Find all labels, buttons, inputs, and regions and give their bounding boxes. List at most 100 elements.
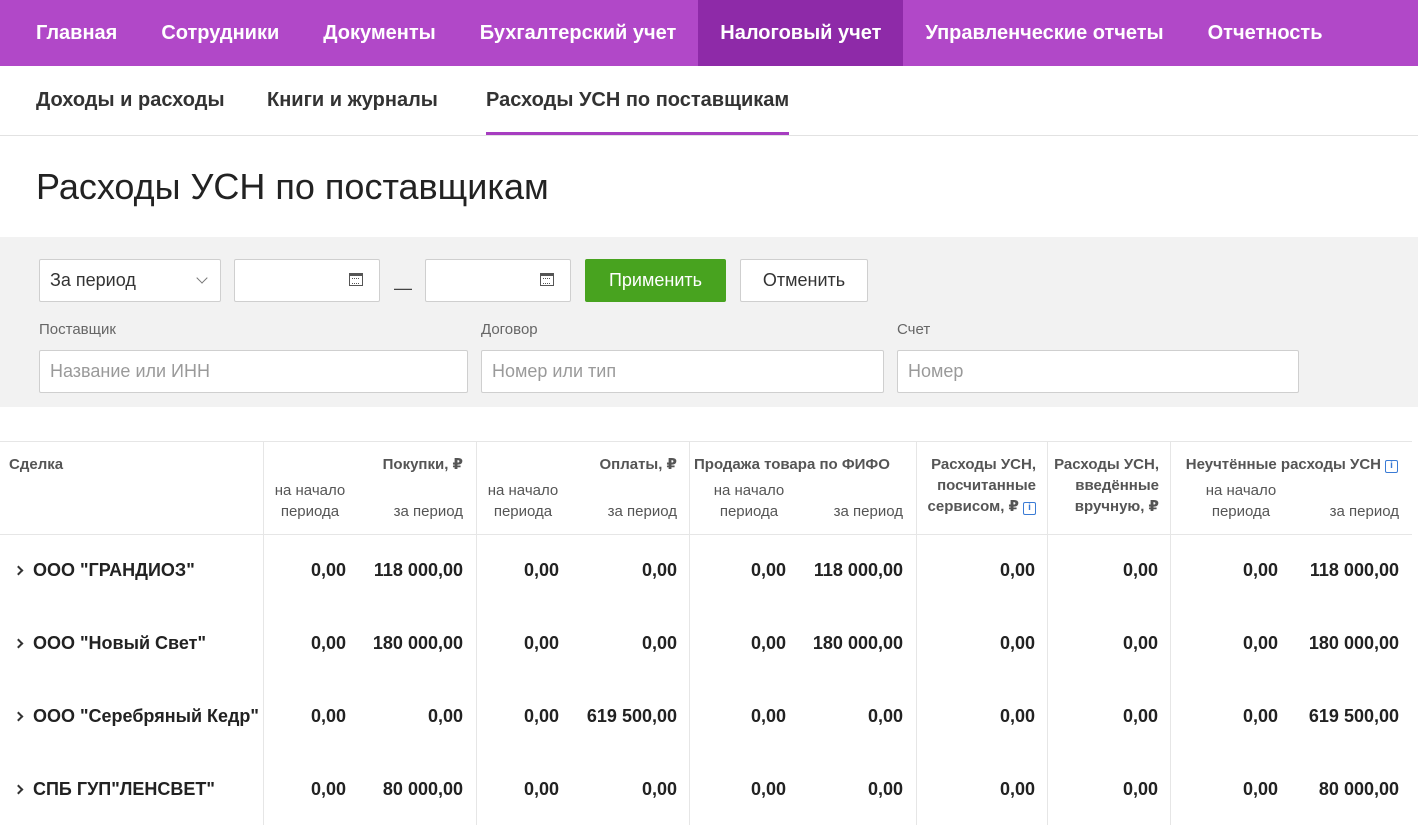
header-payments-start: на начало периода: [481, 480, 565, 522]
header-start-line1: на начало: [274, 482, 346, 499]
row-value-cell: 180 000,00: [372, 633, 463, 653]
account-label: Счет: [897, 321, 931, 338]
header-start-line1: на начало: [487, 482, 559, 499]
calendar-icon[interactable]: [349, 273, 363, 286]
row-value-cell: 0,00: [641, 633, 677, 653]
header-start-line2: периода: [719, 503, 779, 520]
chevron-right-icon[interactable]: [13, 638, 24, 649]
header-purchases-start: на начало периода: [268, 480, 352, 522]
chevron-down-icon: [196, 272, 208, 284]
row-value-cell: 0,00: [1242, 779, 1278, 799]
tab-books-journals[interactable]: Книги и журналы: [267, 66, 438, 135]
row-value-cell: 118 000,00: [813, 560, 903, 580]
row-value-cell: 0,00: [867, 706, 903, 726]
table-top-border: [0, 441, 1412, 442]
row-value-cell: 0,00: [867, 779, 903, 799]
tab-usn-expenses-by-supplier[interactable]: Расходы УСН по поставщикам: [486, 66, 790, 135]
row-value-cell: 80 000,00: [382, 779, 463, 799]
header-manual-line3: вручную, ₽: [1074, 498, 1159, 515]
top-nav-item-documents[interactable]: Документы: [301, 0, 457, 66]
info-icon[interactable]: i: [1385, 460, 1398, 473]
row-value-cell: 0,00: [641, 560, 677, 580]
row-value-cell: 619 500,00: [1308, 706, 1399, 726]
top-nav-item-management-reports[interactable]: Управленческие отчеты: [903, 0, 1185, 66]
header-deal: Сделка: [9, 456, 64, 473]
row-value-cell: 0,00: [1242, 560, 1278, 580]
top-nav-item-employees[interactable]: Сотрудники: [139, 0, 301, 66]
column-divider: [1170, 441, 1171, 825]
header-manual-line2: введённые: [1075, 477, 1159, 494]
header-service-line1: Расходы УСН,: [931, 456, 1036, 473]
period-select-value: За период: [50, 270, 136, 290]
calendar-icon[interactable]: [540, 273, 554, 286]
row-value-cell: 0,00: [1122, 706, 1158, 726]
row-value-cell: 0,00: [750, 779, 786, 799]
account-input[interactable]: Номер: [897, 350, 1299, 393]
contract-label: Договор: [481, 321, 538, 338]
top-nav-item-reporting[interactable]: Отчетность: [1186, 0, 1345, 66]
header-service-expenses: Расходы УСН, посчитанные сервисом, ₽ i: [918, 454, 1036, 517]
header-purchases-period: за период: [393, 503, 463, 520]
row-supplier-name: СПБ ГУП"ЛЕНСВЕТ": [33, 779, 215, 799]
header-service-line2: посчитанные: [937, 477, 1036, 494]
header-payments: Оплаты, ₽: [599, 456, 677, 473]
row-value-cell: 0,00: [999, 779, 1035, 799]
column-divider: [263, 441, 264, 825]
row-supplier-name: ООО "ГРАНДИОЗ": [33, 560, 195, 580]
row-value-cell: 0,00: [750, 560, 786, 580]
column-divider: [476, 441, 477, 825]
header-payments-period: за период: [607, 503, 677, 520]
row-value-cell: 0,00: [1242, 706, 1278, 726]
chevron-right-icon[interactable]: [13, 565, 24, 576]
top-nav-item-tax-accounting[interactable]: Налоговый учет: [698, 0, 904, 66]
table-header-border: [0, 534, 1412, 535]
info-icon[interactable]: i: [1023, 502, 1036, 515]
row-value-cell: 118 000,00: [373, 560, 463, 580]
row-value-cell: 619 500,00: [586, 706, 677, 726]
row-value-cell: 0,00: [999, 633, 1035, 653]
row-value-cell: 0,00: [523, 560, 559, 580]
chevron-right-icon[interactable]: [13, 784, 24, 795]
top-nav-item-main[interactable]: Главная: [0, 0, 139, 66]
header-start-line2: периода: [493, 503, 553, 520]
date-range-dash: —: [394, 278, 412, 298]
row-value-cell: 0,00: [1242, 633, 1278, 653]
date-to-field[interactable]: [425, 259, 571, 302]
tab-income-expenses[interactable]: Доходы и расходы: [36, 66, 225, 135]
cancel-button[interactable]: Отменить: [740, 259, 868, 302]
contract-input[interactable]: Номер или тип: [481, 350, 884, 393]
row-value-cell: 118 000,00: [1309, 560, 1399, 580]
account-placeholder: Номер: [908, 361, 964, 381]
row-supplier-name: ООО "Серебряный Кедр": [33, 706, 259, 726]
row-value-cell: 80 000,00: [1318, 779, 1399, 799]
column-divider: [689, 441, 690, 825]
row-supplier-name: ООО "Новый Свет": [33, 633, 206, 653]
header-unaccounted-start: на начало периода: [1199, 480, 1283, 522]
row-value-cell: 0,00: [310, 560, 346, 580]
sub-nav: Доходы и расходы Книги и журналы Расходы…: [0, 66, 1418, 136]
header-fifo-period: за период: [833, 503, 903, 520]
row-value-cell: 0,00: [999, 560, 1035, 580]
row-value-cell: 0,00: [523, 779, 559, 799]
header-service-line3: сервисом, ₽: [927, 498, 1019, 515]
header-manual-line1: Расходы УСН,: [1054, 456, 1159, 473]
header-unaccounted-label: Неучтённые расходы УСН: [1185, 456, 1381, 473]
supplier-input[interactable]: Название или ИНН: [39, 350, 468, 393]
row-value-cell: 0,00: [641, 779, 677, 799]
column-divider: [1047, 441, 1048, 825]
row-value-cell: 0,00: [523, 633, 559, 653]
row-value-cell: 0,00: [1122, 560, 1158, 580]
supplier-label: Поставщик: [39, 321, 116, 338]
header-manual-expenses: Расходы УСН, введённые вручную, ₽: [1049, 454, 1159, 517]
apply-button[interactable]: Применить: [585, 259, 726, 302]
date-from-field[interactable]: [234, 259, 380, 302]
header-start-line1: на начало: [713, 482, 785, 499]
header-start-line1: на начало: [1205, 482, 1277, 499]
header-fifo-start: на начало периода: [707, 480, 791, 522]
row-value-cell: 180 000,00: [812, 633, 903, 653]
row-value-cell: 0,00: [427, 706, 463, 726]
period-select[interactable]: За период: [39, 259, 221, 302]
top-nav-item-accounting[interactable]: Бухгалтерский учет: [458, 0, 699, 66]
chevron-right-icon[interactable]: [13, 711, 24, 722]
row-value-cell: 0,00: [1122, 633, 1158, 653]
